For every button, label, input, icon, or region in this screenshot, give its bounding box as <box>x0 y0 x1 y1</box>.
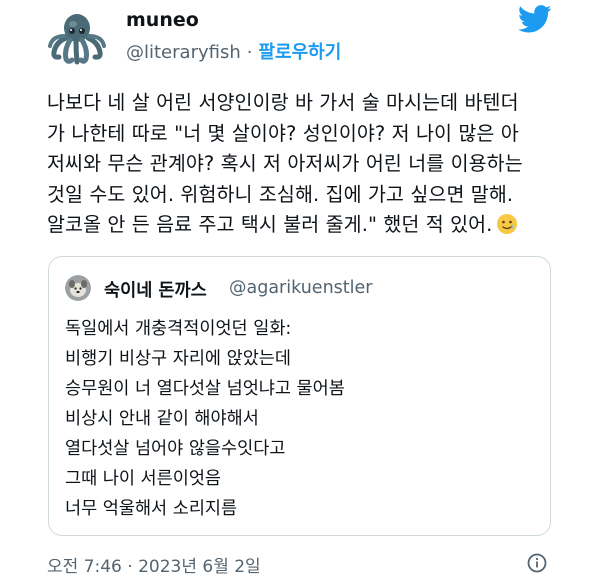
tweet-line: 것일 수도 있어. 위험하니 조심해. 집에 가고 싶으면 말해. <box>47 182 514 206</box>
tweet-line: 저씨와 무슨 관계야? 혹시 저 아저씨가 어린 너를 이용하는 <box>47 152 523 175</box>
follow-button[interactable]: 팔로우하기 <box>258 42 341 63</box>
quoted-tweet-card[interactable]: 숙이네 돈까스 @agarikuenstler 독일에서 개충격적이엇던 일화:… <box>48 256 551 536</box>
quoted-author-avatar[interactable] <box>65 275 91 301</box>
tweet-line: 알코올 안 든 음료 주고 택시 불러 줄게." 했던 적 있어. <box>47 213 493 236</box>
tweet-timestamp[interactable]: 오전 7:46 · 2023년 6월 2일 <box>47 552 261 577</box>
separator-dot: · <box>246 42 253 63</box>
dog-avatar-icon <box>65 275 91 301</box>
quoted-line: 너무 억울해서 소리지름 <box>65 499 238 519</box>
octopus-icon <box>48 14 106 65</box>
author-avatar[interactable] <box>46 6 108 68</box>
tweet-last-line: 알코올 안 든 음료 주고 택시 불러 줄게." 했던 적 있어. <box>47 210 567 241</box>
tearful-smile-emoji-icon <box>496 213 518 235</box>
quoted-line: 비상시 안내 같이 해야해서 <box>65 409 259 429</box>
quoted-line: 독일에서 개충격적이엇던 일화: <box>65 319 292 339</box>
quoted-line: 열다섯살 넘어야 않을수잇다고 <box>65 439 286 459</box>
quoted-line: 승무원이 너 열다섯살 넘엇냐고 물어봄 <box>65 379 345 399</box>
info-icon[interactable] <box>527 553 547 573</box>
tweet-line: 가 나한테 따로 "너 몇 살이야? 성인이야? 저 나이 많은 아 <box>47 121 519 145</box>
quoted-author-name[interactable]: 숙이네 돈까스 <box>104 277 207 302</box>
quoted-tweet-text: 독일에서 개충격적이엇던 일화: 비행기 비상구 자리에 앉았는데 승무원이 너… <box>65 314 345 524</box>
author-display-name[interactable]: muneo <box>126 9 199 31</box>
quoted-line: 비행기 비상구 자리에 앉았는데 <box>65 349 291 369</box>
quoted-author-handle[interactable]: @agarikuenstler <box>229 278 372 298</box>
twitter-logo-svg <box>517 5 552 33</box>
quoted-line: 그때 나이 서른이엇음 <box>65 469 222 489</box>
tweet-text: 나보다 네 살 어린 서양인이랑 바 가서 술 마시는데 바텐더 가 나한테 따… <box>47 88 567 241</box>
info-icon-svg <box>527 553 547 573</box>
author-handle-row: @literaryfish · 팔로우하기 <box>126 38 341 64</box>
author-handle[interactable]: @literaryfish <box>126 42 241 63</box>
tweet-line: 나보다 네 살 어린 서양인이랑 바 가서 술 마시는데 바텐더 <box>47 91 519 114</box>
twitter-bird-icon[interactable] <box>517 5 552 33</box>
